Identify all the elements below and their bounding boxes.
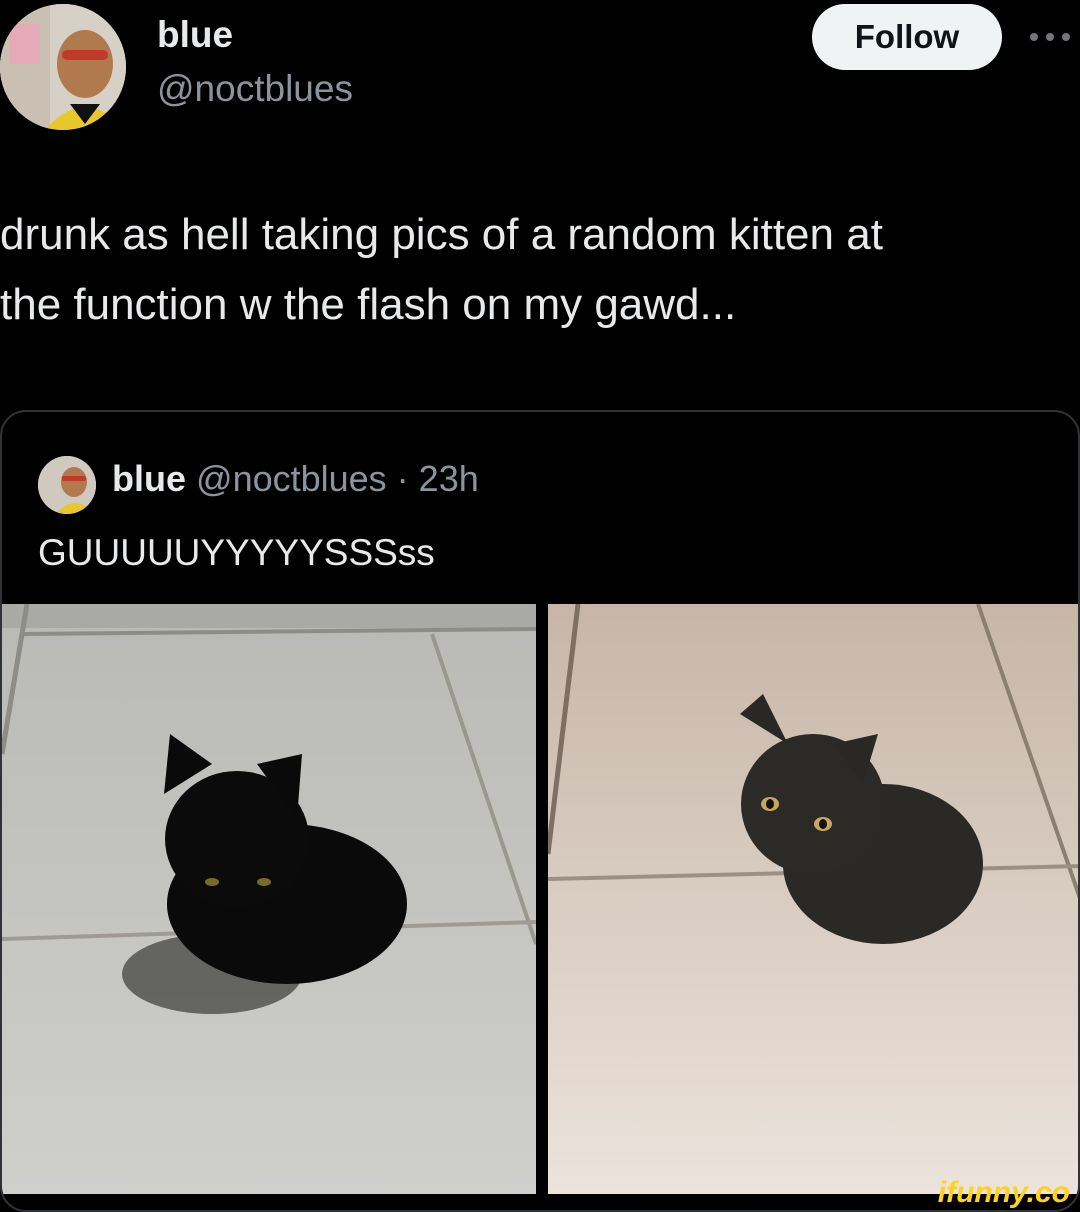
post-header: blue @noctblues Follow (0, 0, 1080, 140)
tweet-text: drunk as hell taking pics of a random ki… (0, 200, 1075, 340)
quoted-author-row: blue @noctblues · 23h (112, 458, 479, 500)
quoted-author-handle-time[interactable]: @noctblues · 23h (196, 458, 479, 499)
follow-button[interactable]: Follow (812, 4, 1002, 70)
ifunny-watermark: ifunny.co (937, 1176, 1070, 1209)
author-handle[interactable]: @noctblues (157, 68, 353, 110)
tweet-text-line-1: drunk as hell taking pics of a random ki… (0, 210, 883, 259)
tweet-text-line-2: the function w the flash on my gawd... (0, 280, 737, 329)
quoted-tweet[interactable]: blue @noctblues · 23h GUUUUUYYYYYSSSss (0, 410, 1080, 1212)
author-avatar[interactable] (0, 4, 126, 130)
kitten-photo-dark[interactable] (2, 604, 536, 1194)
quoted-media (2, 604, 1078, 1194)
more-options-icon[interactable] (1030, 22, 1070, 52)
quoted-author-avatar[interactable] (38, 456, 96, 514)
quoted-author-name[interactable]: blue (112, 458, 186, 499)
kitten-photo-flash[interactable] (548, 604, 1078, 1194)
quoted-tweet-text: GUUUUUYYYYYSSSss (38, 532, 435, 573)
author-name[interactable]: blue (157, 14, 233, 56)
